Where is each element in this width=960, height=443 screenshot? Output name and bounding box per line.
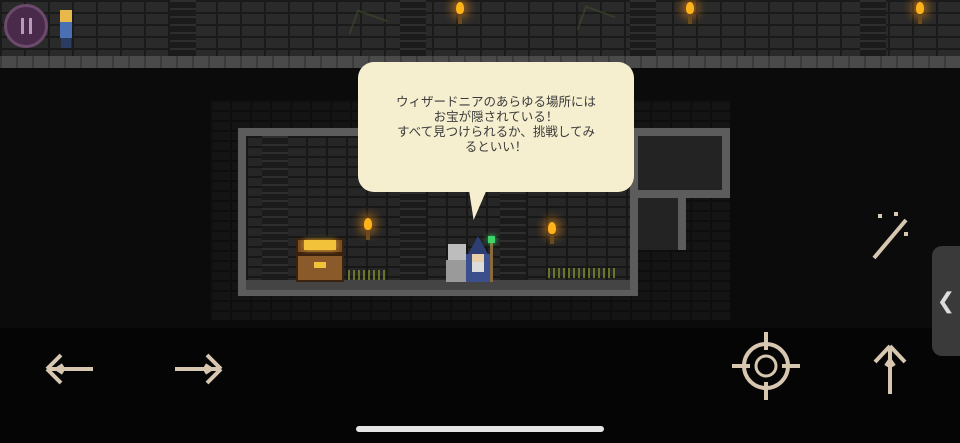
pillar	[860, 0, 886, 56]
grass	[348, 270, 388, 280]
room-wall-step	[630, 128, 730, 198]
room-wall-step	[630, 190, 686, 250]
treasure-chest	[296, 238, 344, 282]
torch	[362, 218, 374, 240]
move-right-button[interactable]	[168, 344, 228, 394]
gold-coins	[304, 240, 336, 250]
side-panel-tab[interactable]: ❮	[932, 246, 960, 356]
pillar	[262, 136, 288, 280]
torch	[684, 2, 696, 24]
dialog-text: ウィザードニアのあらゆる場所には お宝が隠されている！ すべて見つけられるか、挑…	[395, 94, 596, 154]
torch	[546, 222, 558, 244]
torch	[454, 2, 466, 24]
speech-bubble[interactable]: ウィザードニアのあらゆる場所には お宝が隠されている！ すべて見つけられるか、挑…	[358, 62, 634, 192]
wizard-character	[462, 236, 495, 282]
arrow-up-icon	[873, 344, 907, 394]
magic-wand-icon	[872, 212, 908, 260]
chevron-left-icon: ❮	[936, 288, 956, 314]
player-character	[58, 10, 74, 48]
arrow-right-icon	[175, 353, 223, 385]
pillar	[400, 0, 426, 56]
pause-button[interactable]	[4, 4, 48, 48]
torch	[914, 2, 926, 24]
grass	[548, 268, 618, 278]
magic-button[interactable]	[864, 208, 916, 266]
crosshair-icon	[732, 332, 800, 400]
upper-brick-wall	[0, 0, 960, 62]
pause-icon	[20, 18, 24, 34]
move-left-button[interactable]	[40, 344, 100, 394]
arrow-left-icon	[45, 353, 93, 385]
jump-button[interactable]	[862, 338, 918, 400]
aim-button[interactable]	[728, 328, 804, 404]
pillar	[170, 0, 196, 56]
pillar	[630, 0, 656, 56]
home-indicator[interactable]	[356, 426, 604, 432]
game-scene: ウィザードニアのあらゆる場所には お宝が隠されている！ すべて見つけられるか、挑…	[0, 0, 960, 443]
